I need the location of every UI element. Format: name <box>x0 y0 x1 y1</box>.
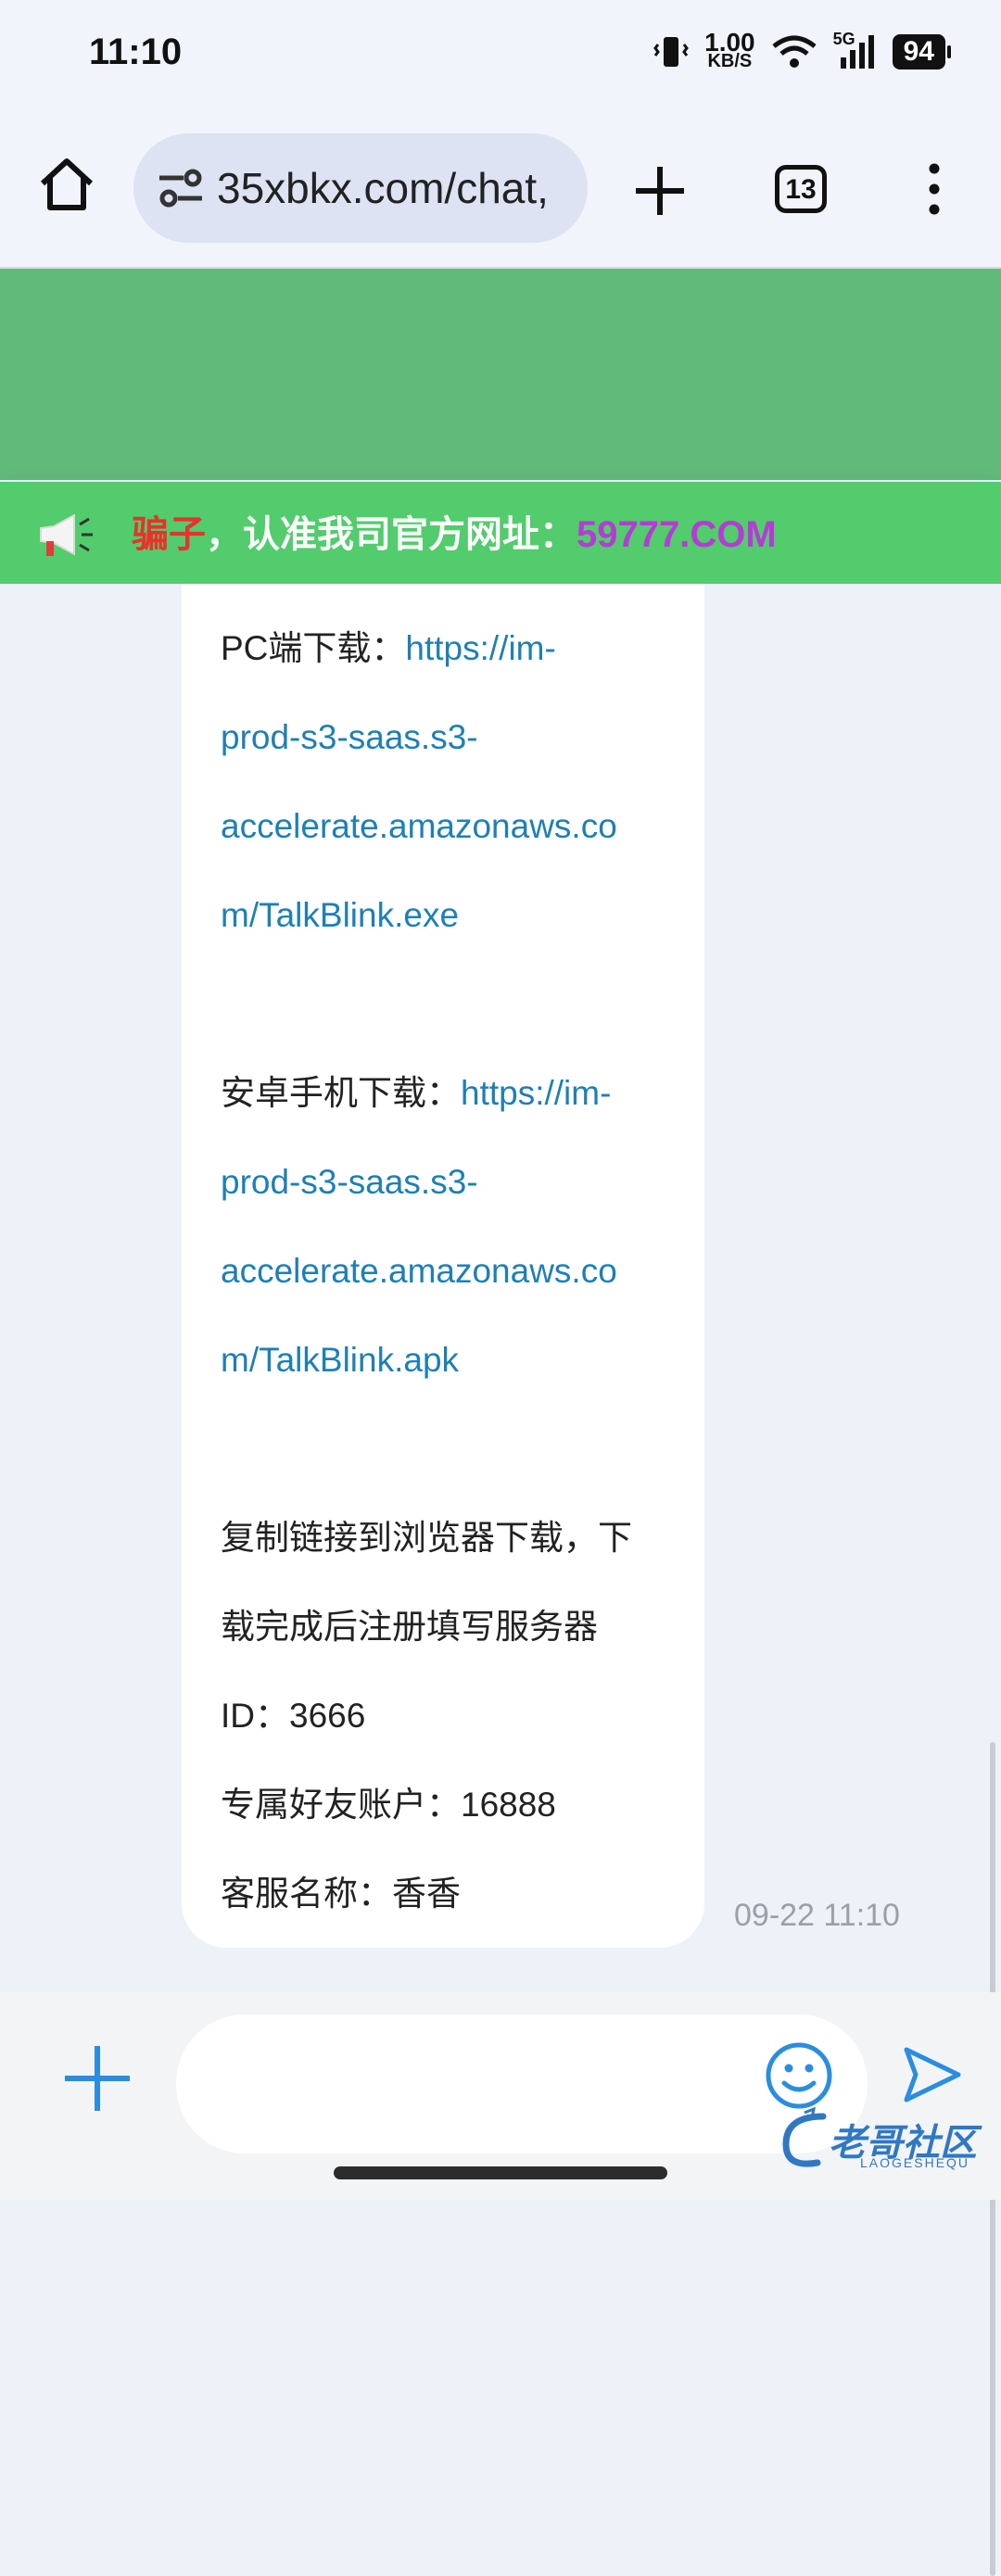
wifi-icon <box>772 35 817 68</box>
composer-bar: 老哥社区 LAOGESHEQU <box>0 1992 1001 2200</box>
status-bar: 11:10 1.00 KB/S 5G 94 <box>0 0 1001 111</box>
server-id-text: ID：3666 <box>221 1697 366 1735</box>
chat-messages[interactable]: PC端下载：https://im- prod-s3-saas.s3- accel… <box>0 584 1001 2576</box>
home-icon[interactable] <box>33 152 100 219</box>
android-download-label: 安卓手机下载： <box>221 1074 461 1112</box>
pc-download-link[interactable]: https://im- <box>405 629 555 667</box>
browser-toolbar: 35xbkx.com/chat, 13 <box>0 111 1001 269</box>
tab-switcher-button[interactable]: 13 <box>775 165 827 213</box>
friend-account-text: 专属好友账户：16888 <box>221 1786 556 1824</box>
pc-download-link[interactable]: m/TalkBlink.exe <box>221 871 665 960</box>
battery-indicator: 94 <box>892 34 952 69</box>
network-speed: 1.00 KB/S <box>704 28 755 71</box>
status-time: 11:10 <box>89 32 183 72</box>
notice-official-site[interactable]: 59777.COM <box>577 514 777 555</box>
android-download-line: 安卓手机下载：https://im- <box>221 1049 665 1138</box>
notice-text: 骗子，认准我司官方网址：59777.COM <box>132 504 777 558</box>
message-bubble: PC端下载：https://im- prod-s3-saas.s3- accel… <box>182 584 704 1948</box>
address-bar[interactable]: 35xbkx.com/chat, <box>133 133 588 243</box>
send-icon[interactable] <box>899 2042 964 2107</box>
pc-download-link[interactable]: accelerate.amazonaws.co <box>221 782 665 871</box>
vibrate-icon <box>653 37 689 67</box>
pc-download-link[interactable]: prod-s3-saas.s3- <box>221 693 665 782</box>
emoji-icon[interactable] <box>764 2040 834 2111</box>
status-icons: 1.00 KB/S 5G 94 <box>653 28 952 71</box>
notice-warning-word: 骗子 <box>132 514 206 555</box>
message-timestamp: 09-22 11:10 <box>734 1898 900 1933</box>
gesture-bar[interactable] <box>334 2166 667 2179</box>
megaphone-icon <box>40 513 93 556</box>
pc-download-line: PC端下载：https://im- <box>221 604 665 693</box>
notice-message: ，认准我司官方网址： <box>206 514 577 555</box>
url-text: 35xbkx.com/chat, <box>217 164 549 212</box>
watermark-subtext: LAOGESHEQU <box>860 2155 970 2170</box>
watermark-logo: 老哥社区 LAOGESHEQU <box>777 2107 990 2179</box>
android-download-link[interactable]: m/TalkBlink.apk <box>221 1316 665 1405</box>
site-settings-icon[interactable] <box>156 163 206 213</box>
agent-name-text: 客服名称：香香 <box>221 1875 461 1913</box>
instruction-text: 载完成后注册填写服务器 <box>221 1608 598 1646</box>
android-download-link[interactable]: accelerate.amazonaws.co <box>221 1227 665 1316</box>
new-tab-icon[interactable] <box>627 158 693 224</box>
signal-icon <box>840 35 874 69</box>
overflow-menu-icon[interactable] <box>918 159 951 219</box>
pc-download-label: PC端下载： <box>221 629 406 667</box>
add-attachment-icon[interactable] <box>59 2040 135 2116</box>
android-download-link[interactable]: https://im- <box>461 1074 611 1112</box>
dragon-logo-icon <box>782 2107 827 2167</box>
notice-bar: 骗子，认准我司官方网址：59777.COM <box>0 482 1001 584</box>
cell-signal: 5G <box>833 30 878 70</box>
instruction-text: 复制链接到浏览器下载，下 <box>221 1519 632 1557</box>
android-download-link[interactable]: prod-s3-saas.s3- <box>221 1138 665 1227</box>
chat-header <box>0 269 1001 480</box>
